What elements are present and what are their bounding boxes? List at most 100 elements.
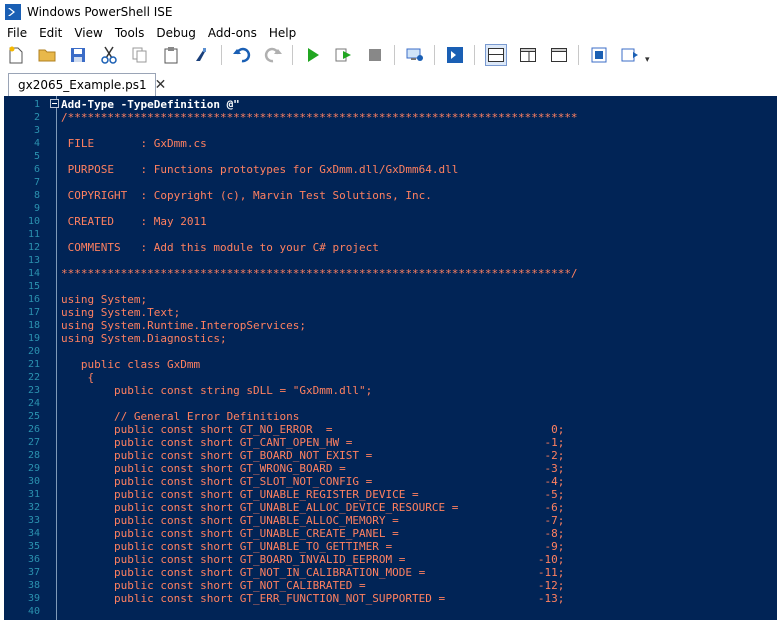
code-line: public const short GT_NOT_IN_CALIBRATION… <box>61 566 565 579</box>
code-line: public const string sDLL = "GxDmm.dll"; <box>61 384 373 397</box>
cut-icon[interactable] <box>99 45 119 65</box>
line-number: 33 <box>27 515 40 526</box>
code-line: COPYRIGHT : Copyright (c), Marvin Test S… <box>61 189 432 202</box>
menu-help[interactable]: Help <box>262 26 301 40</box>
save-icon[interactable] <box>68 45 88 65</box>
line-number: 6 <box>33 164 40 175</box>
line-number: 7 <box>33 177 40 188</box>
line-number: 21 <box>27 359 40 370</box>
line-number: 8 <box>33 190 40 201</box>
new-file-icon[interactable] <box>6 45 26 65</box>
line-number: 3 <box>33 125 40 136</box>
code-line: COMMENTS : Add this module to your C# pr… <box>61 241 379 254</box>
line-number: 26 <box>27 424 40 435</box>
show-command-window-icon[interactable] <box>589 45 609 65</box>
line-number: 17 <box>27 307 40 318</box>
menu-tools[interactable]: Tools <box>108 26 150 40</box>
title-bar: Windows PowerShell ISE <box>0 0 777 24</box>
redo-icon[interactable] <box>263 45 283 65</box>
line-number: 10 <box>27 216 40 227</box>
run-selection-icon[interactable] <box>334 45 354 65</box>
toolbar-separator <box>292 45 293 65</box>
tab-gx2065-example[interactable]: gx2065_Example.ps1 ✕ <box>8 73 166 96</box>
script-tab-strip: gx2065_Example.ps1 ✕ <box>0 68 777 96</box>
toolbar-separator <box>394 45 395 65</box>
code-line: public class GxDmm <box>61 358 201 371</box>
code-line: public const short GT_UNABLE_CREATE_PANE… <box>61 527 565 540</box>
code-line: public const short GT_UNABLE_ALLOC_MEMOR… <box>61 514 565 527</box>
code-line: public const short GT_WRONG_BOARD = -3; <box>61 462 565 475</box>
open-folder-icon[interactable] <box>37 45 57 65</box>
stop-icon[interactable] <box>365 45 385 65</box>
line-number: 31 <box>27 489 40 500</box>
line-number: 32 <box>27 502 40 513</box>
show-script-pane-max-icon[interactable] <box>549 45 569 65</box>
line-number: 25 <box>27 411 40 422</box>
menu-add-ons[interactable]: Add-ons <box>201 26 262 40</box>
line-number-gutter: 1 2 3 4 5 6 7 8 9 10 11 12 13 14 15 16 17 18 19 20 21 22 23 24 2… <box>4 96 44 620</box>
code-line: { <box>61 371 95 384</box>
code-line: public const short GT_NO_ERROR = 0; <box>61 423 565 436</box>
line-number: 28 <box>27 450 40 461</box>
line-number: 4 <box>33 138 40 149</box>
paste-icon[interactable] <box>161 45 181 65</box>
code-line: public const short GT_UNABLE_REGISTER_DE… <box>61 488 565 501</box>
show-script-pane-right-icon[interactable] <box>518 45 538 65</box>
collapse-region-icon[interactable] <box>50 99 59 108</box>
clear-console-icon[interactable] <box>192 45 212 65</box>
line-number: 13 <box>27 255 40 266</box>
show-script-pane-top-icon[interactable] <box>485 44 507 66</box>
script-editor[interactable]: 1 2 3 4 5 6 7 8 9 10 11 12 13 14 15 16 17 18 19 20 21 22 23 24 2… <box>4 96 777 620</box>
code-line: public const short GT_SLOT_NOT_CONFIG = … <box>61 475 565 488</box>
code-line: ****************************************… <box>61 267 578 280</box>
powershell-ise-app-icon <box>5 4 21 20</box>
toolbar-separator <box>221 45 222 65</box>
line-number: 1 <box>33 99 40 110</box>
line-number: 40 <box>27 606 40 617</box>
code-line: public const short GT_NOT_CALIBRATED = -… <box>61 579 565 592</box>
line-number: 34 <box>27 528 40 539</box>
line-number: 29 <box>27 463 40 474</box>
line-number: 27 <box>27 437 40 448</box>
code-line: public const short GT_CANT_OPEN_HW = -1; <box>61 436 565 449</box>
menu-file[interactable]: File <box>0 26 32 40</box>
code-line: Add-Type -TypeDefinition @" <box>61 98 240 111</box>
toolbar-separator <box>434 45 435 65</box>
line-number: 20 <box>27 346 40 357</box>
code-line: using System; <box>61 293 148 306</box>
show-command-addon-icon[interactable] <box>620 45 640 65</box>
line-number: 11 <box>27 229 40 240</box>
line-number: 35 <box>27 541 40 552</box>
line-number: 14 <box>27 268 40 279</box>
close-tab-icon[interactable]: ✕ <box>155 77 167 93</box>
fold-guide-line <box>56 96 57 620</box>
menu-debug[interactable]: Debug <box>149 26 200 40</box>
code-line: FILE : GxDmm.cs <box>61 137 207 150</box>
line-number: 5 <box>33 151 40 162</box>
line-number: 12 <box>27 242 40 253</box>
line-number: 9 <box>33 203 40 214</box>
code-line: public const short GT_BOARD_NOT_EXIST = … <box>61 449 565 462</box>
menu-bar: File Edit View Tools Debug Add-ons Help <box>0 24 777 42</box>
line-number: 39 <box>27 593 40 604</box>
line-number: 23 <box>27 385 40 396</box>
new-remote-tab-icon[interactable] <box>405 45 425 65</box>
line-number: 22 <box>27 372 40 383</box>
code-line: // General Error Definitions <box>61 410 300 423</box>
menu-edit[interactable]: Edit <box>32 26 67 40</box>
line-number: 18 <box>27 320 40 331</box>
line-number: 30 <box>27 476 40 487</box>
code-line: /***************************************… <box>61 111 578 124</box>
run-script-icon[interactable] <box>303 45 323 65</box>
line-number: 37 <box>27 567 40 578</box>
menu-view[interactable]: View <box>67 26 107 40</box>
tab-label: gx2065_Example.ps1 <box>18 78 147 92</box>
code-line: using System.Diagnostics; <box>61 332 227 345</box>
code-line: public const short GT_UNABLE_ALLOC_DEVIC… <box>61 501 565 514</box>
line-number: 19 <box>27 333 40 344</box>
undo-icon[interactable] <box>232 45 252 65</box>
code-line: using System.Text; <box>61 306 181 319</box>
toolbar-overflow-icon[interactable]: ▾ <box>645 55 650 65</box>
start-powershell-icon[interactable] <box>445 45 465 65</box>
copy-icon[interactable] <box>130 45 150 65</box>
